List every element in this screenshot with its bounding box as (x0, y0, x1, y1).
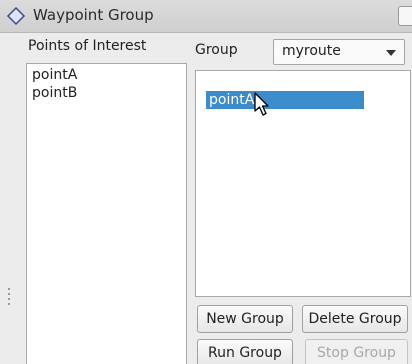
list-item[interactable]: pointA (27, 66, 186, 84)
new-group-button[interactable]: New Group (197, 305, 293, 333)
group-label: Group (195, 42, 238, 58)
group-select-value: myroute (282, 43, 341, 59)
mouse-cursor-icon (254, 92, 269, 116)
poi-list[interactable]: pointA pointB (26, 63, 187, 364)
group-waypoint-list[interactable]: pointA (195, 70, 411, 297)
list-item[interactable]: pointB (27, 84, 186, 102)
float-button[interactable] (398, 6, 412, 26)
list-item-selected[interactable]: pointA (206, 91, 364, 109)
delete-group-button[interactable]: Delete Group (302, 305, 408, 333)
stop-group-button[interactable]: Stop Group (305, 339, 408, 364)
run-group-button[interactable]: Run Group (197, 339, 293, 364)
panel-titlebar[interactable]: Waypoint Group (0, 0, 412, 33)
group-select[interactable]: myroute (273, 39, 405, 65)
poi-label: Points of Interest (28, 38, 147, 54)
panel-title: Waypoint Group (33, 6, 154, 24)
chevron-down-icon (386, 50, 396, 56)
splitter-handle[interactable] (8, 288, 12, 308)
diamond-icon (6, 6, 26, 26)
